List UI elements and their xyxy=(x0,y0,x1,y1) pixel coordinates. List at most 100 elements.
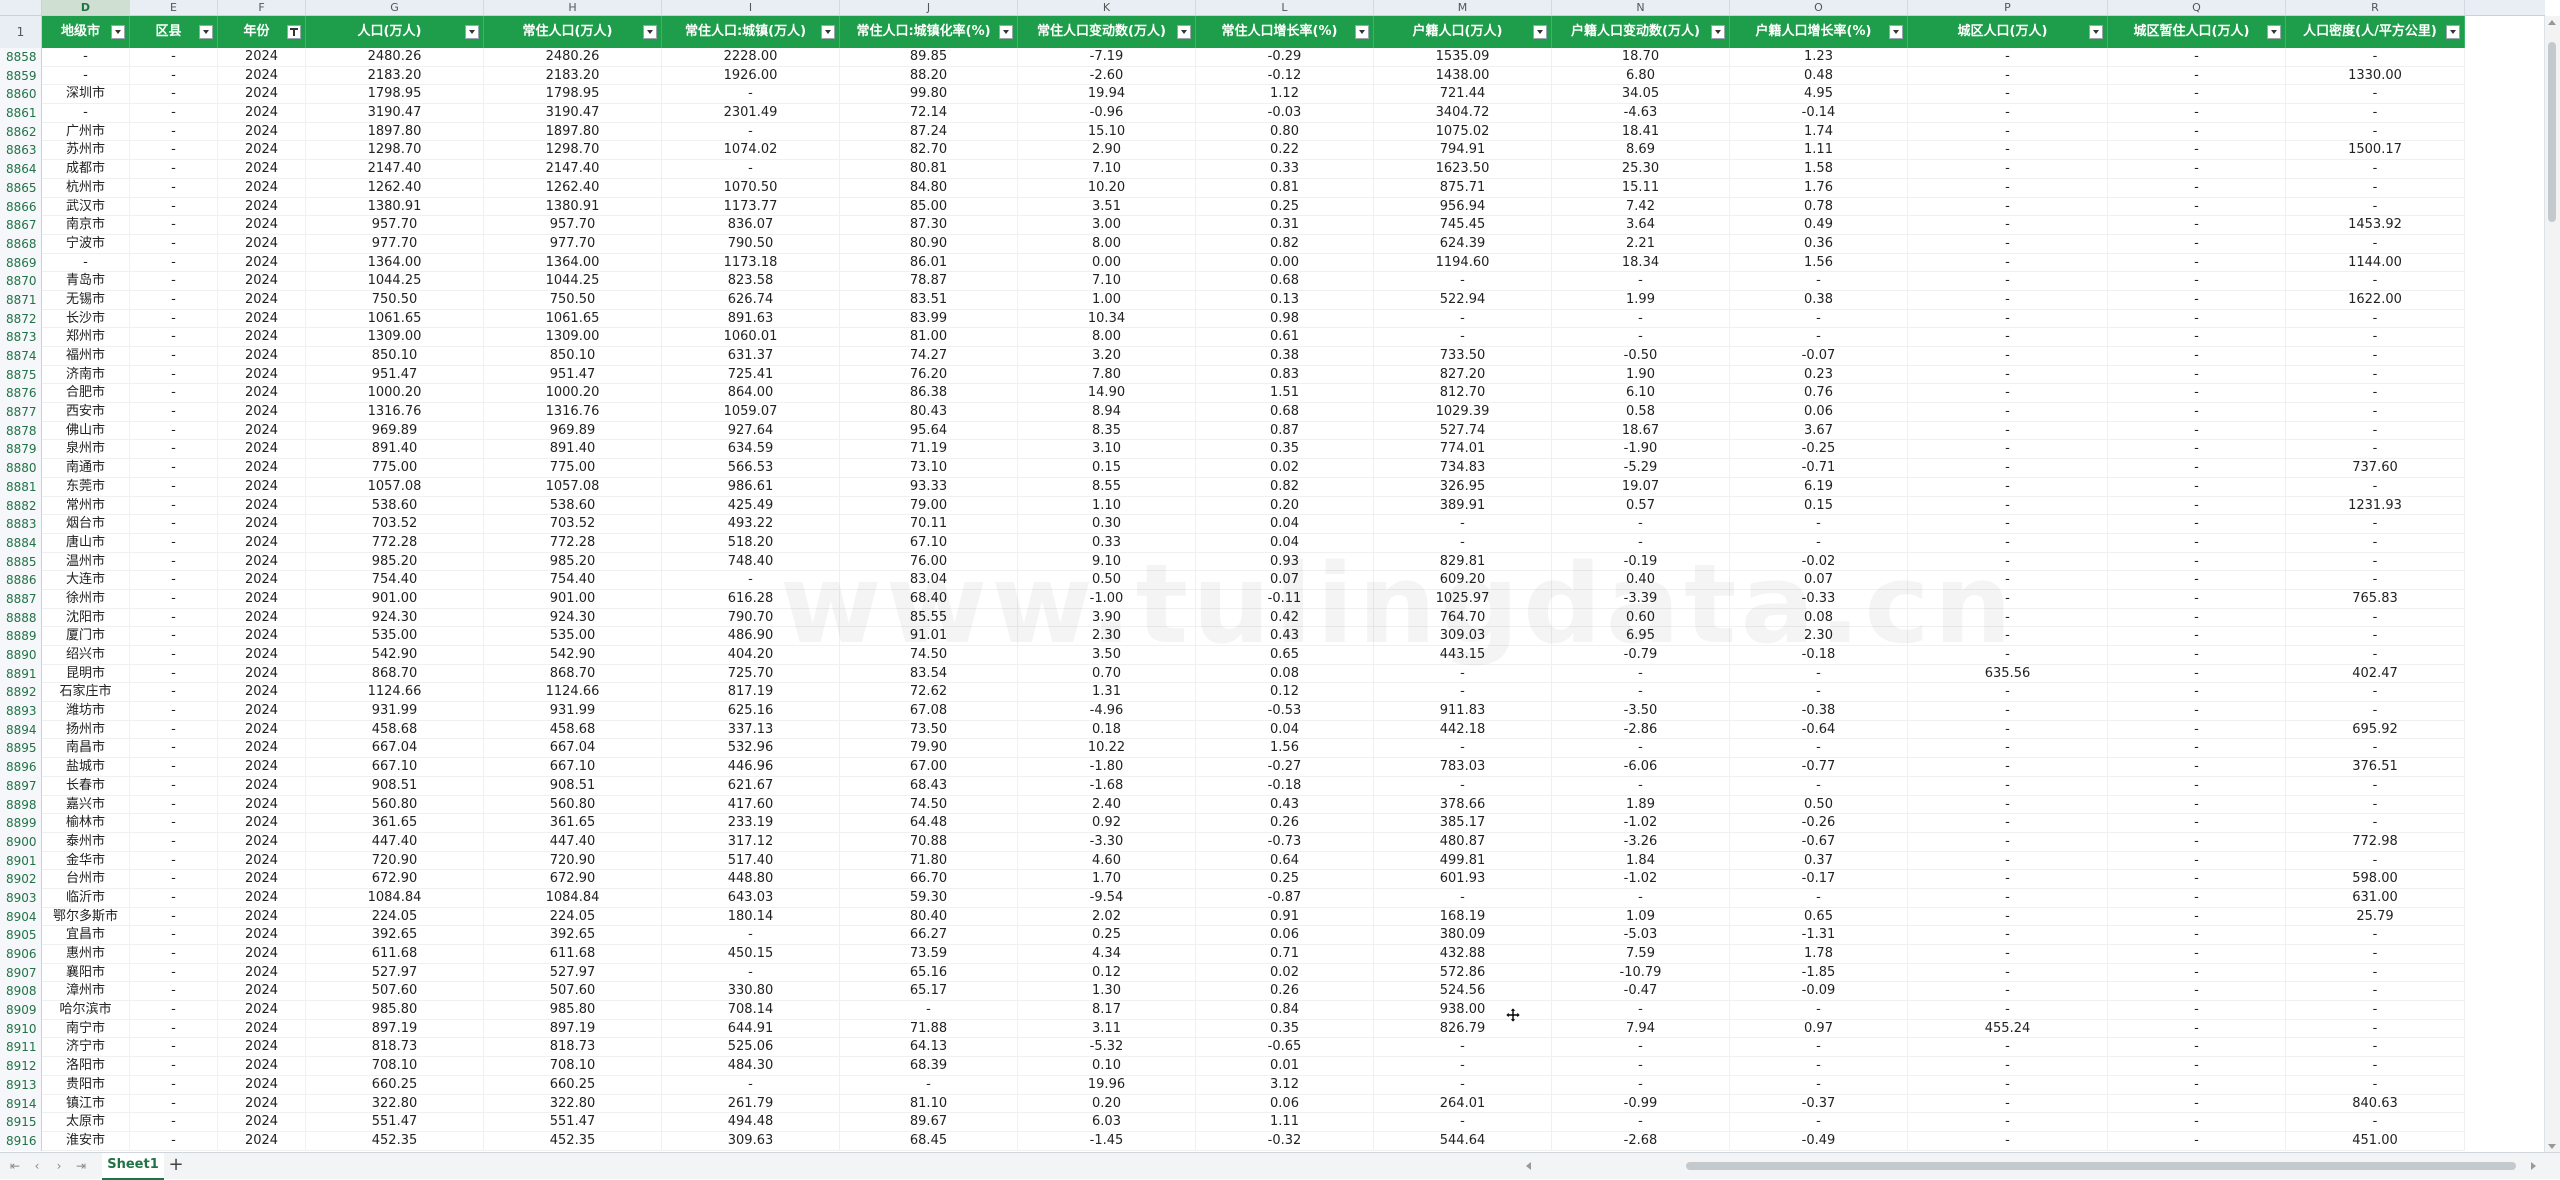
table-cell[interactable]: 84.80 xyxy=(840,178,1018,198)
table-cell[interactable]: 10.20 xyxy=(1018,178,1196,198)
table-cell[interactable]: 7.10 xyxy=(1018,272,1196,291)
table-cell[interactable]: 611.68 xyxy=(306,945,484,964)
table-cell[interactable]: 1364.00 xyxy=(306,253,484,273)
table-cell[interactable]: 774.01 xyxy=(1374,440,1552,460)
table-cell[interactable]: - xyxy=(2286,627,2465,646)
row-number[interactable]: 8862 xyxy=(0,122,42,142)
table-cell[interactable]: 535.00 xyxy=(484,627,662,646)
table-cell[interactable]: 0.13 xyxy=(1196,290,1374,310)
table-cell[interactable]: 福州市 xyxy=(42,347,130,366)
filter-dropdown-icon[interactable] xyxy=(1889,25,1903,39)
table-cell[interactable]: - xyxy=(130,683,218,703)
table-cell[interactable]: 0.48 xyxy=(1730,66,1908,86)
table-cell[interactable]: - xyxy=(1908,347,2108,366)
table-cell[interactable]: 2183.20 xyxy=(306,66,484,86)
table-cell[interactable]: -0.37 xyxy=(1730,1094,1908,1114)
table-cell[interactable]: 224.05 xyxy=(484,907,662,927)
table-cell[interactable]: 901.00 xyxy=(306,589,484,609)
table-cell[interactable]: 2024 xyxy=(218,683,306,703)
table-cell[interactable]: 598.00 xyxy=(2286,870,2465,889)
table-cell[interactable]: 823.58 xyxy=(662,272,840,291)
table-cell[interactable]: - xyxy=(1908,1075,2108,1095)
table-cell[interactable]: 1897.80 xyxy=(484,122,662,142)
table-cell[interactable]: -0.17 xyxy=(1730,870,1908,889)
table-cell[interactable]: 725.70 xyxy=(662,664,840,684)
table-cell[interactable]: - xyxy=(130,552,218,572)
table-cell[interactable]: 1380.91 xyxy=(306,197,484,217)
table-cell[interactable]: - xyxy=(130,253,218,273)
table-cell[interactable]: 15.10 xyxy=(1018,122,1196,142)
table-cell[interactable]: 78.87 xyxy=(840,272,1018,291)
table-cell[interactable]: 2024 xyxy=(218,888,306,908)
table-cell[interactable]: 73.59 xyxy=(840,945,1018,964)
table-cell[interactable]: 750.50 xyxy=(484,290,662,310)
row-number[interactable]: 8868 xyxy=(0,234,42,254)
table-cell[interactable]: 378.66 xyxy=(1374,795,1552,815)
table-cell[interactable]: - xyxy=(1552,1057,1730,1076)
row-number[interactable]: 8875 xyxy=(0,365,42,385)
table-cell[interactable]: 苏州市 xyxy=(42,141,130,161)
table-cell[interactable]: -0.11 xyxy=(1196,589,1374,609)
table-cell[interactable]: 1124.66 xyxy=(484,683,662,703)
table-cell[interactable]: 2024 xyxy=(218,926,306,945)
table-cell[interactable]: 79.00 xyxy=(840,496,1018,516)
table-cell[interactable]: 0.20 xyxy=(1018,1094,1196,1114)
table-cell[interactable]: 956.94 xyxy=(1374,197,1552,217)
row-number[interactable]: 8861 xyxy=(0,104,42,123)
filter-dropdown-icon[interactable] xyxy=(643,25,657,39)
table-cell[interactable]: 772.28 xyxy=(306,533,484,553)
table-cell[interactable]: 襄阳市 xyxy=(42,963,130,983)
table-cell[interactable]: 2024 xyxy=(218,421,306,441)
table-cell[interactable]: - xyxy=(130,347,218,366)
table-cell[interactable]: 长沙市 xyxy=(42,309,130,329)
table-cell[interactable]: - xyxy=(2286,365,2465,385)
table-cell[interactable]: - xyxy=(130,739,218,759)
table-cell[interactable]: 542.90 xyxy=(484,646,662,665)
table-cell[interactable]: - xyxy=(2286,178,2465,198)
table-cell[interactable]: 2024 xyxy=(218,814,306,833)
table-cell[interactable]: -0.18 xyxy=(1196,776,1374,796)
row-number[interactable]: 8890 xyxy=(0,646,42,665)
row-number[interactable]: 8895 xyxy=(0,739,42,759)
table-cell[interactable]: - xyxy=(130,1131,218,1151)
table-cell[interactable]: - xyxy=(840,1001,1018,1020)
table-cell[interactable]: 1.10 xyxy=(1018,496,1196,516)
table-cell[interactable]: - xyxy=(2108,776,2286,796)
row-number[interactable]: 8898 xyxy=(0,795,42,815)
table-cell[interactable]: 68.40 xyxy=(840,589,1018,609)
table-cell[interactable]: 18.70 xyxy=(1552,48,1730,67)
prev-sheet-icon[interactable]: ‹ xyxy=(30,1158,44,1174)
table-cell[interactable]: - xyxy=(130,945,218,964)
row-number[interactable]: 8883 xyxy=(0,515,42,534)
table-cell[interactable]: 446.96 xyxy=(662,758,840,777)
table-cell[interactable]: 64.48 xyxy=(840,814,1018,833)
row-number[interactable]: 8870 xyxy=(0,272,42,291)
table-cell[interactable]: - xyxy=(1908,365,2108,385)
table-cell[interactable]: 0.07 xyxy=(1196,571,1374,590)
table-cell[interactable]: 1000.20 xyxy=(306,384,484,404)
table-cell[interactable]: 2301.49 xyxy=(662,104,840,123)
table-cell[interactable]: 224.05 xyxy=(306,907,484,927)
table-cell[interactable]: -3.26 xyxy=(1552,832,1730,852)
table-cell[interactable]: 2024 xyxy=(218,459,306,478)
table-cell[interactable]: - xyxy=(2108,178,2286,198)
table-cell[interactable]: -0.49 xyxy=(1730,1131,1908,1151)
table-cell[interactable]: 0.91 xyxy=(1196,907,1374,927)
table-cell[interactable]: 1.56 xyxy=(1196,739,1374,759)
row-number[interactable]: 8913 xyxy=(0,1075,42,1095)
filter-dropdown-icon[interactable] xyxy=(2446,25,2460,39)
row-number[interactable]: 8859 xyxy=(0,66,42,86)
table-cell[interactable]: - xyxy=(2108,141,2286,161)
last-sheet-icon[interactable]: ⇥ xyxy=(74,1158,88,1174)
table-cell[interactable]: 4.34 xyxy=(1018,945,1196,964)
table-cell[interactable]: 潍坊市 xyxy=(42,702,130,721)
table-cell[interactable]: - xyxy=(1908,1057,2108,1076)
table-cell[interactable]: 969.89 xyxy=(484,421,662,441)
table-cell[interactable]: 2024 xyxy=(218,646,306,665)
table-cell[interactable]: 3.67 xyxy=(1730,421,1908,441)
table-cell[interactable]: - xyxy=(2286,608,2465,628)
table-cell[interactable]: - xyxy=(130,870,218,889)
table-cell[interactable]: 745.45 xyxy=(1374,216,1552,235)
table-cell[interactable]: 309.63 xyxy=(662,1131,840,1151)
table-cell[interactable]: - xyxy=(130,1113,218,1132)
